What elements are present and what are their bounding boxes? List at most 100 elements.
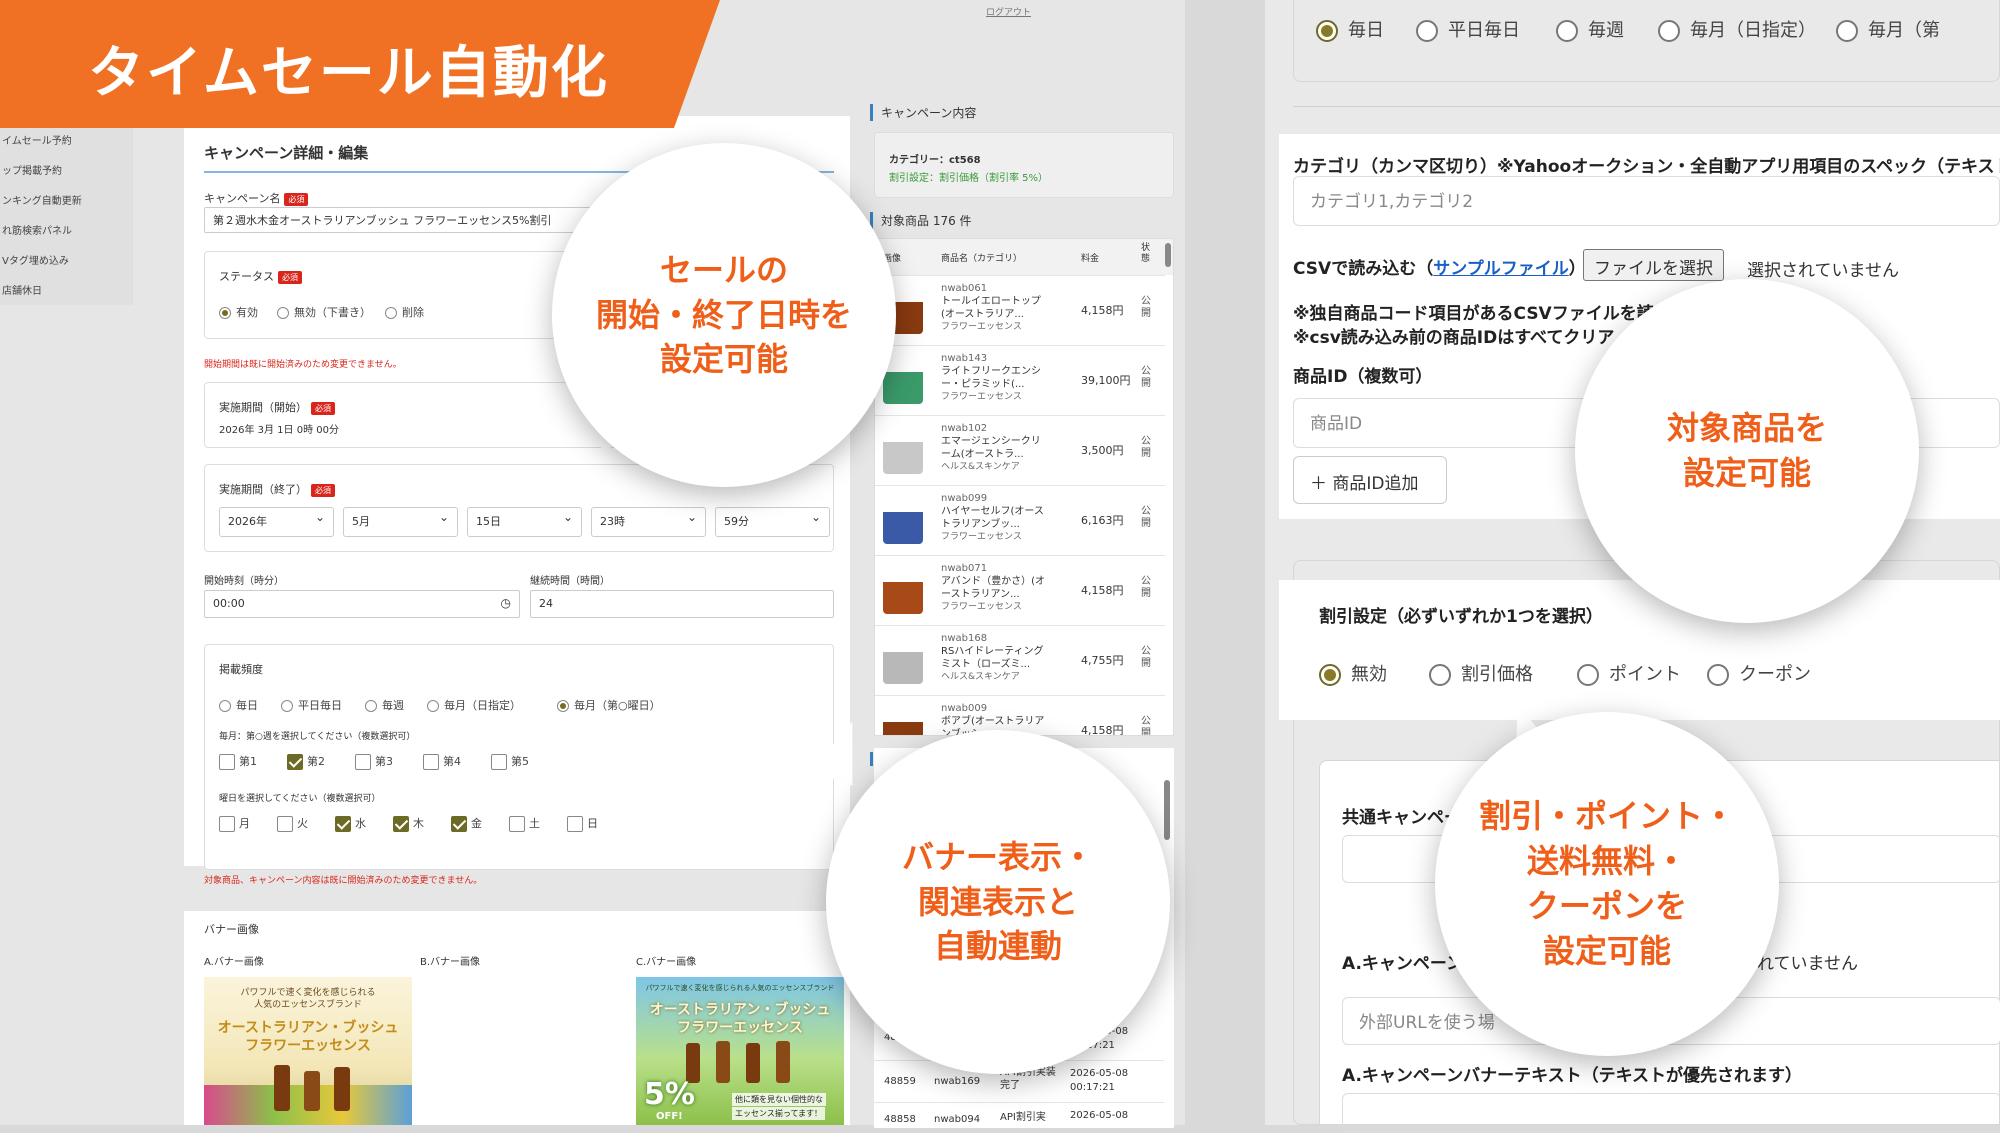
frequency-label: 掲載頻度 xyxy=(219,663,263,676)
side-menu-item[interactable]: Vタグ埋め込み xyxy=(2,252,69,267)
radio-checked-icon xyxy=(219,307,231,319)
r-freq-monthly-day-radio[interactable]: 毎月（日指定） xyxy=(1658,16,1816,42)
category-input[interactable]: カテゴリ1,カテゴリ2 xyxy=(1293,176,2000,226)
discount-settings-card: 割引設定（必ずいずれか1つを選択） 無効 割引価格 ポイント クーポン xyxy=(1279,580,2000,720)
history-time: 00:17:21 xyxy=(1070,1082,1115,1093)
start-period-label: 実施期間（開始） 必須 xyxy=(219,399,335,415)
scrollbar-thumb[interactable] xyxy=(1164,780,1170,840)
side-menu-item[interactable]: ンキング自動更新 xyxy=(2,192,82,207)
product-price: 4,755円 xyxy=(1081,654,1124,667)
end-minute-select[interactable]: 59分 xyxy=(715,507,830,537)
side-menu-item[interactable]: ップ掲載予約 xyxy=(2,162,62,177)
discount-none-radio[interactable]: 無効 xyxy=(1319,660,1387,686)
side-menu-item[interactable]: イムセール予約 xyxy=(2,132,72,147)
freq-weekly-radio[interactable]: 毎週 xyxy=(365,697,404,713)
start-time-input[interactable]: 00:00 ◷ xyxy=(204,590,520,618)
table-row[interactable]: nwab168 RSハイドレーティングミスト（ローズミ... ヘルス&スキンケア 4,… xyxy=(875,625,1165,695)
campaign-name-label: キャンペーン名 必須 xyxy=(204,190,309,206)
frequency-card: 毎日 平日毎日 毎週 毎月（日指定） 毎月（第 xyxy=(1293,0,2000,82)
bottle-icon xyxy=(274,1065,290,1111)
side-menu-item[interactable]: れ筋検索パネル xyxy=(2,222,72,237)
bottom-warning: 対象商品、キャンペーン内容は既に開始済みのため変更できません。 xyxy=(204,876,483,886)
week-1-checkbox[interactable]: 第1 xyxy=(219,753,257,770)
discount-label: 割引設定（必ずいずれか1つを選択） xyxy=(1319,607,1603,627)
radio-icon xyxy=(385,307,397,319)
table-row[interactable]: nwab061 トールイエロートップ(オーストラリア... フラワーエッセンス 4,1… xyxy=(875,275,1165,345)
product-name: エマージェンシークリーム(オーストラ... xyxy=(941,436,1041,460)
banner-section: バナー画像 A.バナー画像 B.バナー画像 C.バナー画像 パワフルで速く変化を… xyxy=(184,911,850,1125)
radio-icon xyxy=(427,700,439,712)
weekday-thu-checkbox[interactable]: 木 xyxy=(393,815,424,832)
table-row[interactable]: nwab071 アバンド（豊かさ）(オーストラリアン... フラワーエッセンス 4,1… xyxy=(875,555,1165,625)
start-period-value: 2026年 3月 1日 0時 00分 xyxy=(219,425,339,436)
week-3-checkbox[interactable]: 第3 xyxy=(355,753,393,770)
csv-note-1: ※独自商品コード項目があるCSVファイルを読 xyxy=(1293,304,1654,324)
weekday-sat-checkbox[interactable]: 土 xyxy=(509,815,540,832)
radio-icon xyxy=(1556,20,1578,42)
end-hour-select[interactable]: 23時 xyxy=(591,507,706,537)
table-row[interactable]: nwab143 ライトフリークエンシー・ピラミッド(... フラワーエッセンス 39,… xyxy=(875,345,1165,415)
sample-file-link[interactable]: サンプルファイル xyxy=(1433,259,1569,279)
discount-point-radio[interactable]: ポイント xyxy=(1577,660,1681,686)
duration-label: 継続時間（時間） xyxy=(530,576,610,587)
banner-a-upload-label: A.キャンペーン xyxy=(1342,954,1464,974)
table-row[interactable]: nwab009ボアブ(オーストラリアンブッシ...フラワーエッセンス4,158円… xyxy=(875,695,1165,736)
weekday-fri-checkbox[interactable]: 金 xyxy=(451,815,482,832)
banner-text-input[interactable] xyxy=(1342,1093,2000,1133)
r-freq-weekday-radio[interactable]: 平日毎日 xyxy=(1416,16,1520,42)
banner-section-title: バナー画像 xyxy=(204,923,259,936)
status-delete-radio[interactable]: 削除 xyxy=(385,304,424,320)
r-freq-weekly-radio[interactable]: 毎週 xyxy=(1556,16,1624,42)
status-active-radio[interactable]: 有効 xyxy=(219,304,258,320)
table-row[interactable]: nwab099 ハイヤーセルフ(オーストラリアンブッ... フラワーエッセンス 6,1… xyxy=(875,485,1165,555)
table-row[interactable]: nwab102 エマージェンシークリーム(オーストラ... ヘルス&スキンケア 3,5… xyxy=(875,415,1165,485)
checkbox-checked-icon xyxy=(393,816,409,832)
r-freq-monthly-week-radio[interactable]: 毎月（第 xyxy=(1836,16,1940,42)
week-4-checkbox[interactable]: 第4 xyxy=(423,753,461,770)
weekday-tue-checkbox[interactable]: 火 xyxy=(277,815,308,832)
add-product-id-button[interactable]: ＋ 商品ID追加 xyxy=(1293,456,1447,504)
product-thumbnail xyxy=(883,358,923,404)
campaign-content-title: キャンペーン内容 xyxy=(870,104,976,121)
weekday-sun-checkbox[interactable]: 日 xyxy=(567,815,598,832)
product-code: nwab099 xyxy=(941,493,988,504)
weekday-mon-checkbox[interactable]: 月 xyxy=(219,815,250,832)
scrollbar-thumb[interactable] xyxy=(1165,243,1171,267)
callout-target-products: 対象商品を 設定可能 xyxy=(1575,279,1919,623)
duration-input[interactable]: 24 xyxy=(530,590,834,618)
discount-coupon-radio[interactable]: クーポン xyxy=(1707,660,1811,686)
product-code: nwab009 xyxy=(941,703,988,714)
end-day-select[interactable]: 15日 xyxy=(467,507,582,537)
logout-link[interactable]: ログアウト xyxy=(986,5,1031,18)
week-5-checkbox[interactable]: 第5 xyxy=(491,753,529,770)
freq-daily-radio[interactable]: 毎日 xyxy=(219,697,258,713)
radio-icon xyxy=(219,700,231,712)
freq-weekday-radio[interactable]: 平日毎日 xyxy=(281,697,342,713)
file-select-button[interactable]: ファイルを選択 xyxy=(1583,249,1724,281)
freq-monthly-day-radio[interactable]: 毎月（日指定） xyxy=(427,697,521,713)
bottle-icon xyxy=(334,1067,350,1111)
r-freq-daily-radio[interactable]: 毎日 xyxy=(1316,16,1384,42)
product-thumbnail xyxy=(883,428,923,474)
product-price: 4,158円 xyxy=(1081,724,1124,736)
csv-label: CSVで読み込む（サンプルファイル） xyxy=(1293,259,1586,279)
banner-b-label: B.バナー画像 xyxy=(420,957,481,968)
weekday-wed-checkbox[interactable]: 水 xyxy=(335,815,366,832)
status-draft-radio[interactable]: 無効（下書き） xyxy=(277,304,371,320)
end-year-select[interactable]: 2026年 xyxy=(219,507,334,537)
row-divider xyxy=(874,1102,1164,1103)
end-month-select[interactable]: 5月 xyxy=(343,507,458,537)
banner-a-image[interactable]: パワフルで速く変化を感じられる 人気のエッセンスブランド オーストラリアン・ブッ… xyxy=(204,977,412,1125)
radio-checked-icon xyxy=(1316,20,1338,42)
freq-monthly-week-radio[interactable]: 毎月（第○曜日） xyxy=(557,697,661,713)
banner-a-label: A.バナー画像 xyxy=(204,957,264,968)
side-menu-item[interactable]: 店舗休日 xyxy=(2,282,42,297)
bottle-icon xyxy=(746,1043,760,1083)
banner-c-image[interactable]: パワフルで速く変化を感じられる人気のエッセンスブランド オーストラリアン・ブッシ… xyxy=(636,977,844,1125)
checkbox-icon xyxy=(219,754,235,770)
radio-checked-icon xyxy=(557,700,569,712)
product-name: RSハイドレーティングミスト（ローズミ... xyxy=(941,646,1044,670)
banner-c-brand2: フラワーエッセンス xyxy=(677,1020,803,1036)
discount-price-radio[interactable]: 割引価格 xyxy=(1429,660,1533,686)
week-2-checkbox[interactable]: 第2 xyxy=(287,753,325,770)
